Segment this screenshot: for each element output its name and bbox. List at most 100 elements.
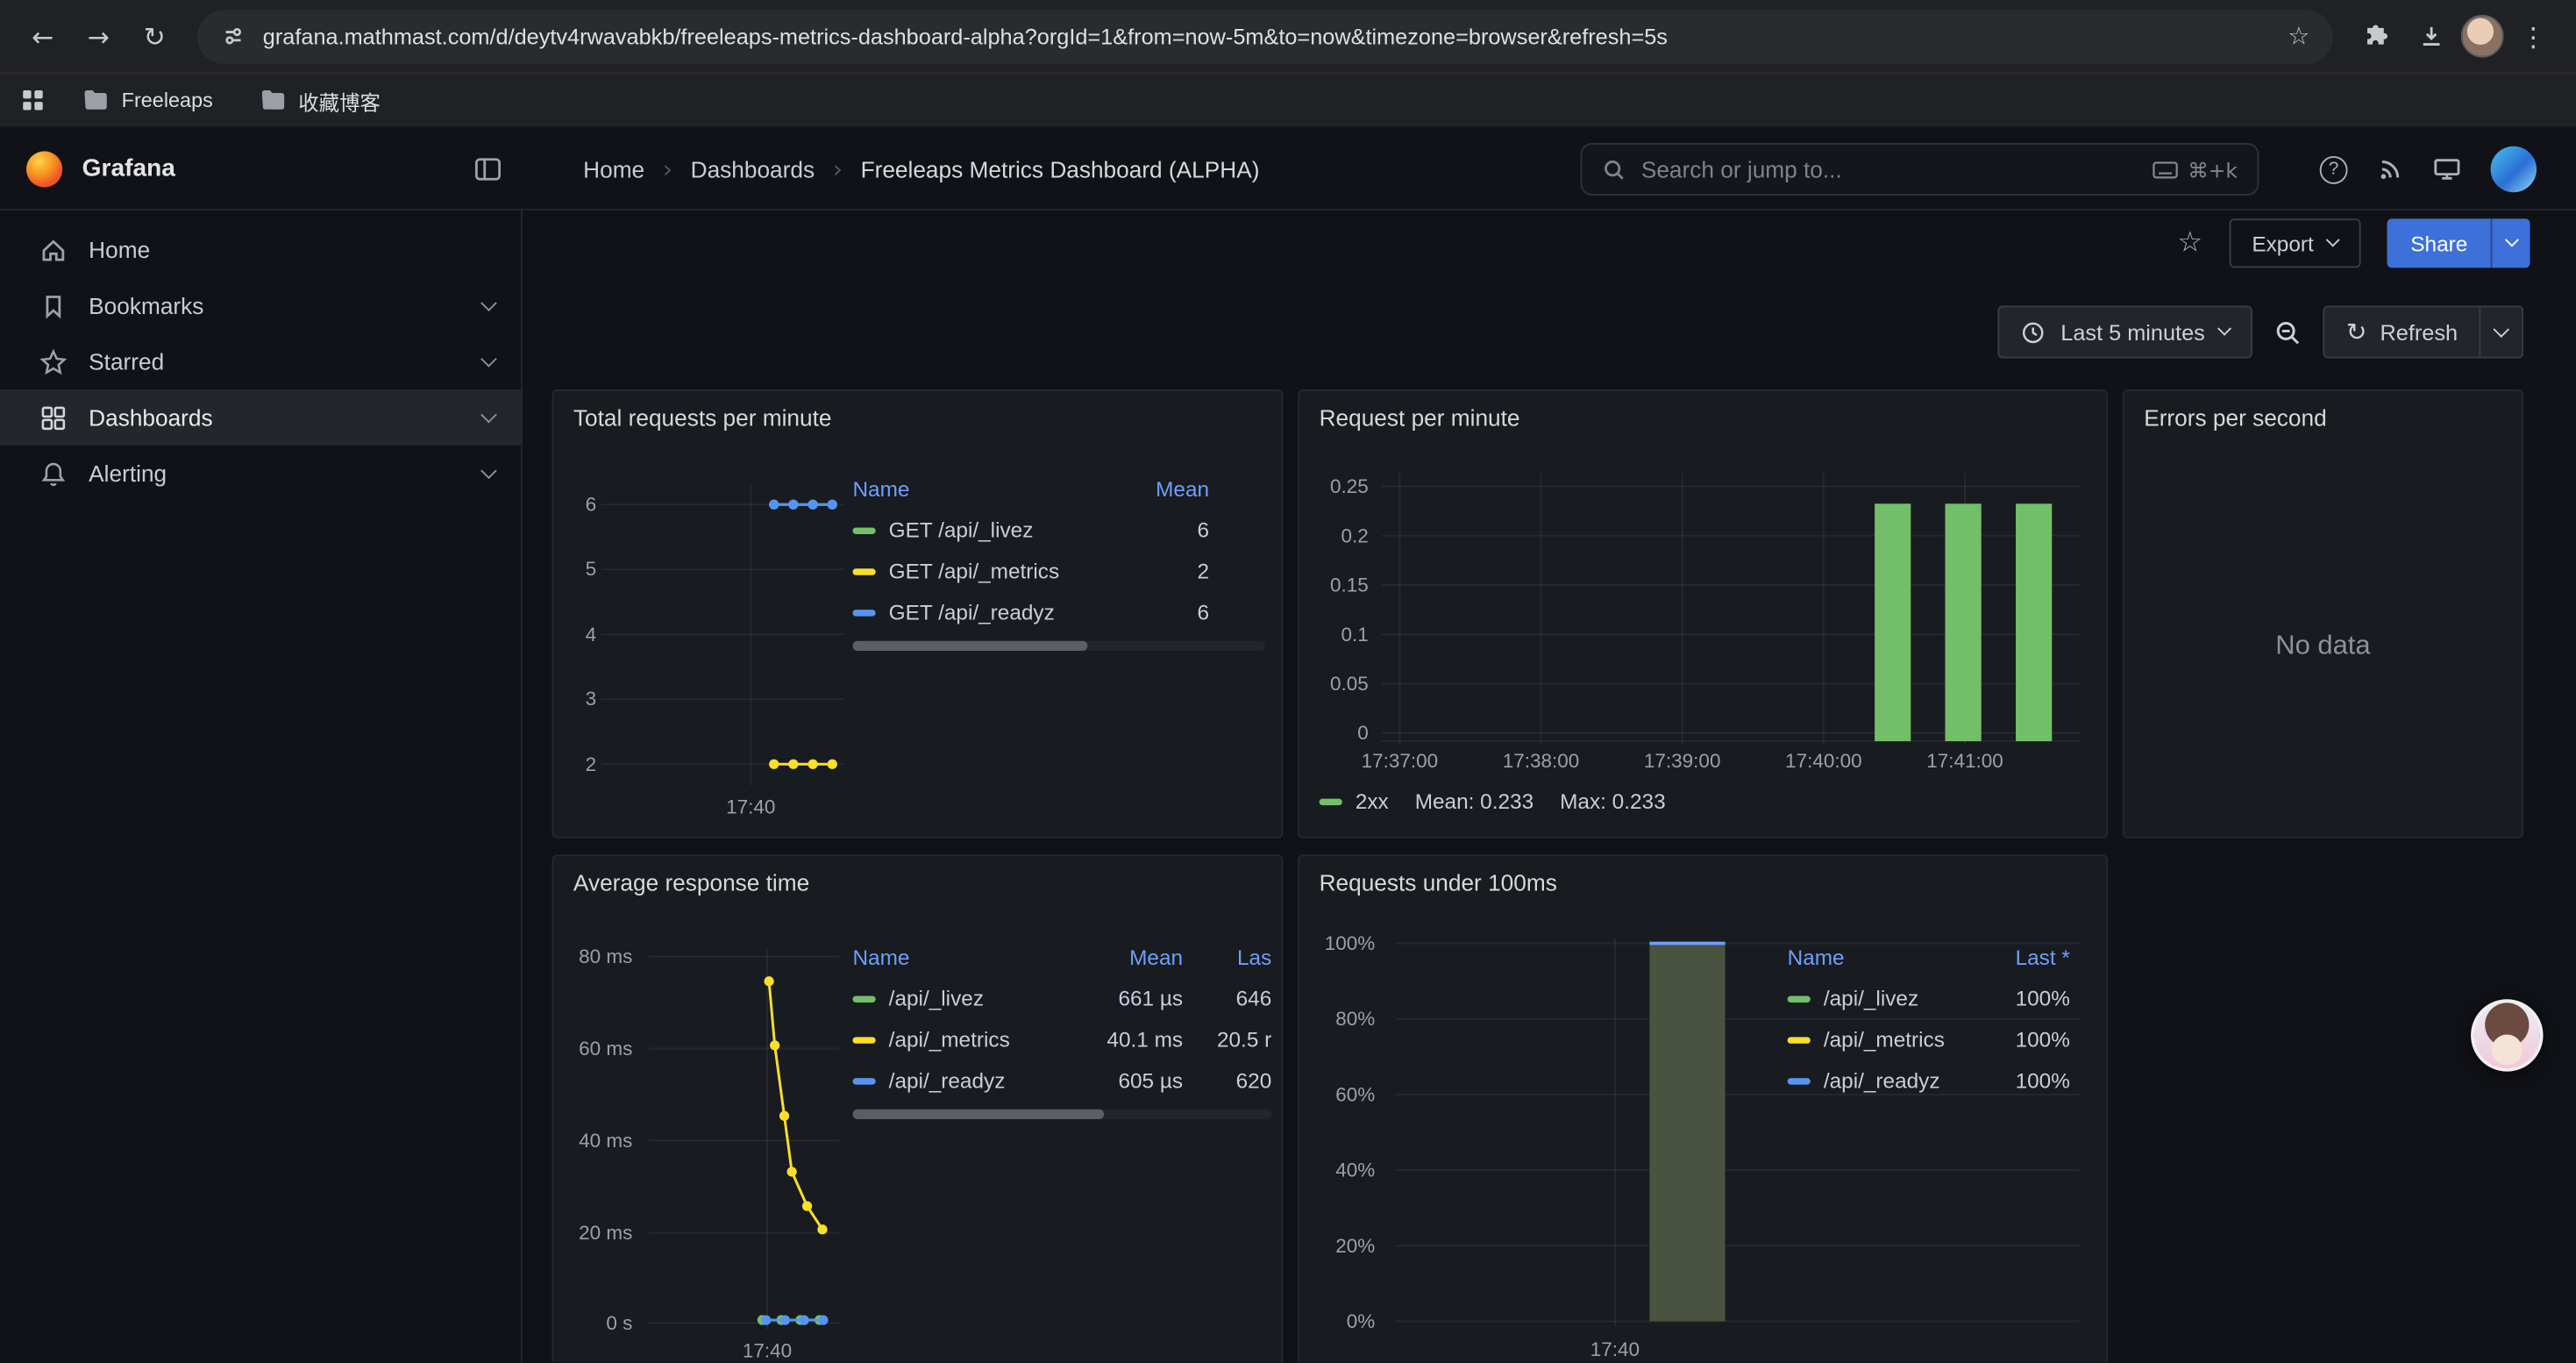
legend-header-name[interactable]: Name — [852, 475, 1114, 500]
series-color-icon — [1788, 995, 1811, 1002]
chevron-down-icon[interactable] — [480, 462, 497, 479]
favorite-star-icon[interactable]: ☆ — [2178, 227, 2203, 260]
sidebar-item-dashboards[interactable]: Dashboards — [0, 389, 521, 446]
chevron-down-icon[interactable] — [480, 294, 497, 310]
panel-title[interactable]: Total requests per minute — [573, 404, 832, 431]
x-tick: 17:39:00 — [1625, 749, 1740, 772]
bookmark-folder-freeleaps[interactable]: Freeleaps — [82, 89, 213, 111]
news-feed-icon[interactable] — [2377, 156, 2403, 182]
legend-row[interactable]: GET /api/_livez 6 — [852, 510, 1264, 551]
apps-grid-icon[interactable] — [19, 87, 46, 113]
bookmark-folder-blog[interactable]: 收藏博客 — [259, 84, 381, 116]
forward-icon[interactable]: → — [72, 10, 125, 62]
y-tick: 80 ms — [553, 945, 632, 967]
dock-sidebar-icon[interactable] — [473, 154, 503, 184]
legend-header-mean[interactable]: Mean — [1127, 475, 1209, 500]
url-bar[interactable]: grafana.mathmast.com/d/deytv4rwavabkb/fr… — [197, 9, 2333, 63]
reload-icon[interactable]: ↻ — [128, 10, 181, 62]
back-icon[interactable]: ← — [17, 10, 69, 62]
zoom-out-icon — [2274, 318, 2302, 346]
breadcrumb-current: Freeleaps Metrics Dashboard (ALPHA) — [861, 156, 1260, 182]
refresh-button[interactable]: ↻Refresh — [2323, 306, 2523, 359]
panel-title[interactable]: Request per minute — [1320, 404, 1520, 431]
legend-header-last[interactable]: Last * — [1978, 944, 2070, 968]
request-per-minute-chart[interactable] — [1382, 474, 2080, 745]
site-info-icon[interactable] — [220, 23, 246, 49]
avg-response-chart[interactable] — [649, 948, 839, 1330]
zoom-out-button[interactable] — [2274, 306, 2302, 359]
legend-row[interactable]: /api/_metrics 40.1 ms 20.5 r — [852, 1019, 1271, 1060]
legend-header-last[interactable]: Las — [1196, 944, 1271, 968]
legend-row[interactable]: /api/_livez 661 µs 646 — [852, 978, 1271, 1019]
dashboard-main: ☆ Export Share Last 5 minutes ↻Refresh — [523, 211, 2576, 1362]
share-button[interactable]: Share — [2387, 218, 2530, 268]
floating-chat-avatar[interactable] — [2471, 999, 2543, 1071]
sidebar-item-home[interactable]: Home — [0, 222, 521, 278]
legend-scrollbar[interactable] — [852, 1110, 1271, 1119]
grafana-logo-icon[interactable] — [26, 151, 62, 187]
user-avatar[interactable] — [2491, 146, 2537, 192]
bookmark-star-icon[interactable]: ☆ — [2288, 21, 2309, 51]
url-text[interactable]: grafana.mathmast.com/d/deytv4rwavabkb/fr… — [263, 24, 2272, 48]
search-input[interactable]: Search or jump to... ⌘+k — [1581, 143, 2259, 196]
dashboards-icon — [39, 403, 68, 432]
legend-max: Max: 0.233 — [1560, 789, 1666, 813]
home-icon — [39, 236, 68, 264]
legend-row[interactable]: /api/_metrics 100% — [1788, 1019, 2070, 1060]
breadcrumb: Home › Dashboards › Freeleaps Metrics Da… — [583, 128, 1259, 211]
panel-title[interactable]: Requests under 100ms — [1320, 869, 1557, 896]
legend-row[interactable]: /api/_readyz 605 µs 620 — [852, 1060, 1271, 1102]
y-tick: 0% — [1299, 1309, 1375, 1332]
y-tick: 20 ms — [553, 1221, 632, 1244]
breadcrumb-home[interactable]: Home — [583, 156, 644, 182]
panel-total-requests: Total requests per minute 6 5 4 3 2 17:4… — [552, 389, 1284, 838]
legend-row[interactable]: GET /api/_metrics 2 — [852, 551, 1264, 592]
panel-title[interactable]: Errors per second — [2144, 404, 2327, 431]
chevron-down-icon[interactable] — [480, 350, 497, 367]
share-dropdown-button[interactable] — [2491, 218, 2530, 268]
y-tick: 0 — [1299, 722, 1369, 745]
y-tick: 4 — [553, 623, 596, 646]
total-requests-chart[interactable] — [601, 483, 844, 786]
browser-menu-icon[interactable]: ⋮ — [2507, 10, 2559, 62]
panel-request-per-minute: Request per minute 0.25 0.2 0.15 0.1 0.0… — [1298, 389, 2108, 838]
legend-table: Name Mean Las /api/_livez 661 µs 646 /ap… — [852, 935, 1271, 1119]
legend-row[interactable]: GET /api/_readyz 6 — [852, 592, 1264, 633]
panel-errors-per-second: Errors per second No data — [2123, 389, 2523, 838]
sidebar-item-starred[interactable]: Starred — [0, 333, 521, 389]
series-color-icon — [852, 527, 875, 533]
sidebar-item-bookmarks[interactable]: Bookmarks — [0, 278, 521, 334]
legend-row[interactable]: /api/_livez 100% — [1788, 978, 2070, 1019]
export-button[interactable]: Export — [2229, 218, 2361, 268]
y-tick: 5 — [553, 557, 596, 580]
extensions-icon[interactable] — [2349, 10, 2402, 62]
downloads-icon[interactable] — [2405, 10, 2458, 62]
browser-profile-avatar[interactable] — [2461, 15, 2504, 58]
time-range-picker[interactable]: Last 5 minutes — [1998, 306, 2252, 359]
chevron-down-icon — [2217, 322, 2231, 336]
x-tick: 17:41:00 — [1907, 749, 2022, 772]
breadcrumb-dashboards[interactable]: Dashboards — [691, 156, 815, 182]
y-tick: 0.2 — [1299, 525, 1369, 547]
legend-header: Name Mean — [852, 467, 1264, 510]
y-tick: 20% — [1299, 1234, 1375, 1257]
chart-legend: 2xx Mean: 0.233 Max: 0.233 — [1320, 789, 1666, 813]
legend-series-2xx[interactable]: 2xx — [1320, 789, 1389, 813]
refresh-interval-dropdown[interactable] — [2479, 307, 2522, 356]
panel-title[interactable]: Average response time — [573, 869, 809, 896]
y-tick: 2 — [553, 753, 596, 775]
search-placeholder: Search or jump to... — [1641, 156, 1842, 182]
y-tick: 40% — [1299, 1159, 1375, 1181]
legend-header-name[interactable]: Name — [852, 944, 1064, 968]
chevron-down-icon[interactable] — [480, 406, 497, 423]
legend-row[interactable]: /api/_readyz 100% — [1788, 1060, 2070, 1102]
display-icon[interactable] — [2433, 156, 2461, 182]
legend-header-name[interactable]: Name — [1788, 944, 1965, 968]
panel-avg-response-time: Average response time 80 ms 60 ms 40 ms … — [552, 854, 1284, 1362]
chevron-down-icon — [2326, 233, 2340, 247]
help-icon[interactable]: ? — [2320, 155, 2348, 183]
legend-header: Name Mean Las — [852, 935, 1271, 978]
legend-header-mean[interactable]: Mean — [1078, 944, 1183, 968]
sidebar-item-alerting[interactable]: Alerting — [0, 446, 521, 502]
legend-scrollbar[interactable] — [852, 641, 1264, 651]
